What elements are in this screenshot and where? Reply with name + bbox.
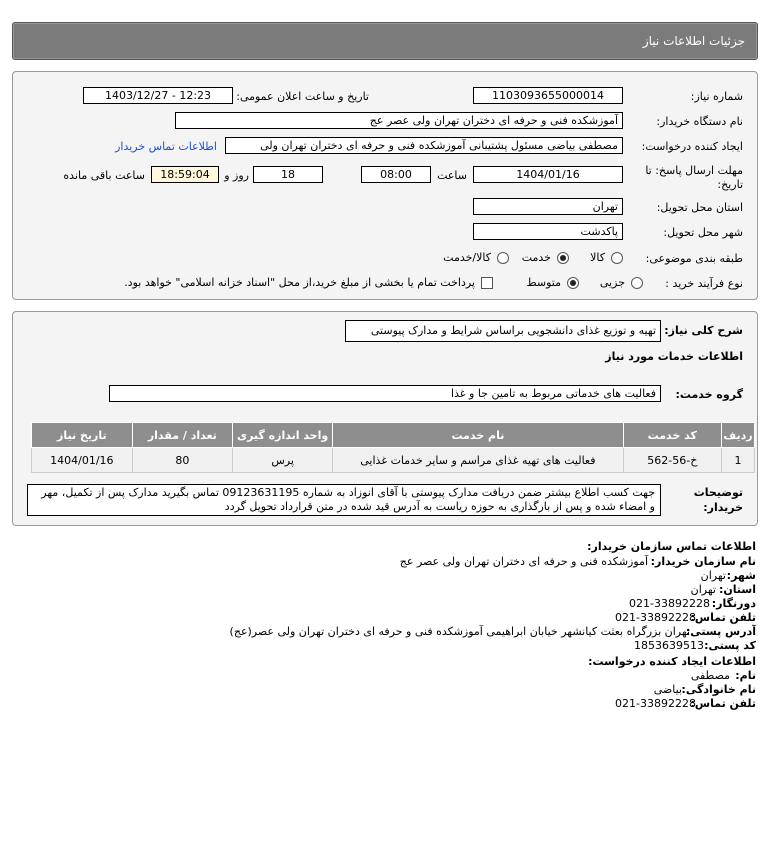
- purchase-radio-medium[interactable]: [567, 277, 579, 289]
- deadline-time-label: ساعت: [437, 169, 467, 182]
- cell-service-name: فعالیت های تهیه غذای مراسم و سایر خدمات …: [332, 447, 624, 473]
- creator-contact-title: اطلاعات ایجاد کننده درخواست:: [588, 655, 756, 668]
- contact-address-value: تهران بزرگراه بعثت کیانشهر خیابان ابراهی…: [229, 625, 690, 638]
- table-row[interactable]: 1 خ-56-562 فعالیت های تهیه غذای مراسم و …: [31, 447, 755, 473]
- category-option-goods-service: کالا/خدمت: [443, 251, 491, 264]
- contact-address-label: آدرس پستی:: [685, 625, 756, 638]
- category-label: طبقه بندی موضوعی:: [645, 252, 743, 265]
- creator-phone-value: 021-33892228: [615, 697, 696, 710]
- treasury-text: پرداخت تمام یا بخشی از مبلغ خرید،از محل …: [124, 276, 475, 289]
- contact-postal-value: 1853639513: [634, 639, 704, 652]
- province-field[interactable]: تهران: [473, 198, 623, 215]
- page-title: جزئیات اطلاعات نیاز: [642, 34, 745, 48]
- days-field[interactable]: 18: [253, 166, 323, 183]
- contact-org-label: نام سازمان خریدار:: [650, 555, 756, 568]
- page-header: جزئیات اطلاعات نیاز: [12, 22, 758, 60]
- category-radio-goods-service[interactable]: [497, 252, 509, 264]
- buyer-contact-title: اطلاعات تماس سازمان خریدار:: [587, 540, 756, 553]
- creator-family-value: بیاضی: [653, 683, 682, 696]
- services-table: ردیف کد خدمت نام خدمت واحد اندازه گیری ت…: [31, 422, 755, 473]
- col-row: ردیف: [721, 422, 755, 448]
- need-number-field[interactable]: 1103093655000014: [473, 87, 623, 104]
- need-details-panel: شرح کلی نیاز: تهیه و توزیع غذای دانشجویی…: [12, 311, 758, 526]
- notes-label: توضیحات: [693, 486, 743, 499]
- category-radio-goods[interactable]: [611, 252, 623, 264]
- cell-unit: پرس: [231, 447, 334, 473]
- services-title: اطلاعات خدمات مورد نیاز: [605, 350, 743, 363]
- need-info-panel: شماره نیاز: 1103093655000014 تاریخ و ساع…: [12, 71, 758, 300]
- contact-fax-value: 021-33892228: [629, 597, 710, 610]
- deadline-label: مهلت ارسال پاسخ: تا: [645, 164, 743, 177]
- creator-name-label: نام:: [735, 669, 756, 682]
- deadline-time-field[interactable]: 08:00: [361, 166, 431, 183]
- contact-phone-value: 021-33892228: [615, 611, 696, 624]
- treasury-checkbox[interactable]: [481, 277, 493, 289]
- contact-province-value: تهران: [690, 583, 716, 596]
- buyer-org-label: نام دستگاه خریدار:: [656, 115, 743, 128]
- table-header-row: ردیف کد خدمت نام خدمت واحد اندازه گیری ت…: [31, 422, 755, 448]
- col-service-name: نام خدمت: [332, 422, 624, 448]
- col-need-date: تاریخ نیاز: [31, 422, 133, 448]
- category-radio-service[interactable]: [557, 252, 569, 264]
- remaining-time-field: 18:59:04: [151, 166, 219, 183]
- deadline-label-date: تاریخ:: [717, 178, 743, 191]
- creator-phone-label: تلفن تماس:: [690, 697, 756, 710]
- creator-field[interactable]: مصطفی بیاضی مسئول پشتیبانی آموزشکده فنی …: [225, 137, 623, 154]
- city-label: شهر محل تحویل:: [663, 226, 743, 239]
- creator-family-label: نام خانوادگی:: [681, 683, 756, 696]
- purchase-type-label: نوع فرآیند خرید :: [665, 277, 743, 290]
- category-option-goods: کالا: [590, 251, 605, 264]
- days-label: روز و: [224, 169, 249, 182]
- summary-label: شرح کلی نیاز:: [664, 324, 743, 337]
- summary-field[interactable]: تهیه و توزیع غذای دانشجویی براساس شرایط …: [345, 320, 661, 342]
- purchase-option-minor: جزیی: [599, 276, 625, 289]
- city-field[interactable]: پاکدشت: [473, 223, 623, 240]
- buyer-contact-link[interactable]: اطلاعات تماس خریدار: [115, 140, 217, 153]
- purchase-option-medium: متوسط: [526, 276, 561, 289]
- col-unit: واحد اندازه گیری: [231, 422, 334, 448]
- contact-org-value: آموزشکده فنی و حرفه ای دختران تهران ولی …: [399, 555, 648, 568]
- cell-quantity: 80: [131, 447, 233, 473]
- cell-row: 1: [721, 447, 755, 473]
- contact-city-label: شهر:: [726, 569, 756, 582]
- announce-field[interactable]: 1403/12/27 - 12:23: [83, 87, 233, 104]
- cell-service-code: خ-56-562: [622, 447, 723, 473]
- contact-fax-label: دورنگار:: [711, 597, 756, 610]
- category-option-service: خدمت: [521, 251, 551, 264]
- notes-label-buyer: خریدار:: [703, 501, 743, 514]
- buyer-org-field[interactable]: آموزشکده فنی و حرفه ای دختران تهران ولی …: [175, 112, 623, 129]
- province-label: استان محل تحویل:: [656, 201, 743, 214]
- cell-need-date: 1404/01/16: [31, 447, 133, 473]
- deadline-date-field[interactable]: 1404/01/16: [473, 166, 623, 183]
- col-service-code: کد خدمت: [622, 422, 723, 448]
- notes-field[interactable]: جهت کسب اطلاع بیشتر ضمن دریافت مدارک پیو…: [27, 484, 661, 516]
- creator-label: ایجاد کننده درخواست:: [641, 140, 743, 153]
- need-number-label: شماره نیاز:: [690, 90, 743, 103]
- contact-postal-label: کد پستی:: [704, 639, 756, 652]
- service-group-label: گروه خدمت:: [675, 388, 743, 401]
- contact-city-value: تهران: [700, 569, 726, 582]
- contact-province-label: استان:: [719, 583, 756, 596]
- creator-name-value: مصطفی: [690, 669, 730, 682]
- service-group-field[interactable]: فعالیت های خدماتی مربوط به تامین جا و غذ…: [109, 385, 661, 402]
- remaining-label: ساعت باقی مانده: [63, 169, 145, 182]
- purchase-radio-minor[interactable]: [631, 277, 643, 289]
- col-quantity: تعداد / مقدار: [131, 422, 233, 448]
- announce-label: تاریخ و ساعت اعلان عمومی:: [236, 90, 369, 103]
- contact-phone-label: تلفن تماس:: [690, 611, 756, 624]
